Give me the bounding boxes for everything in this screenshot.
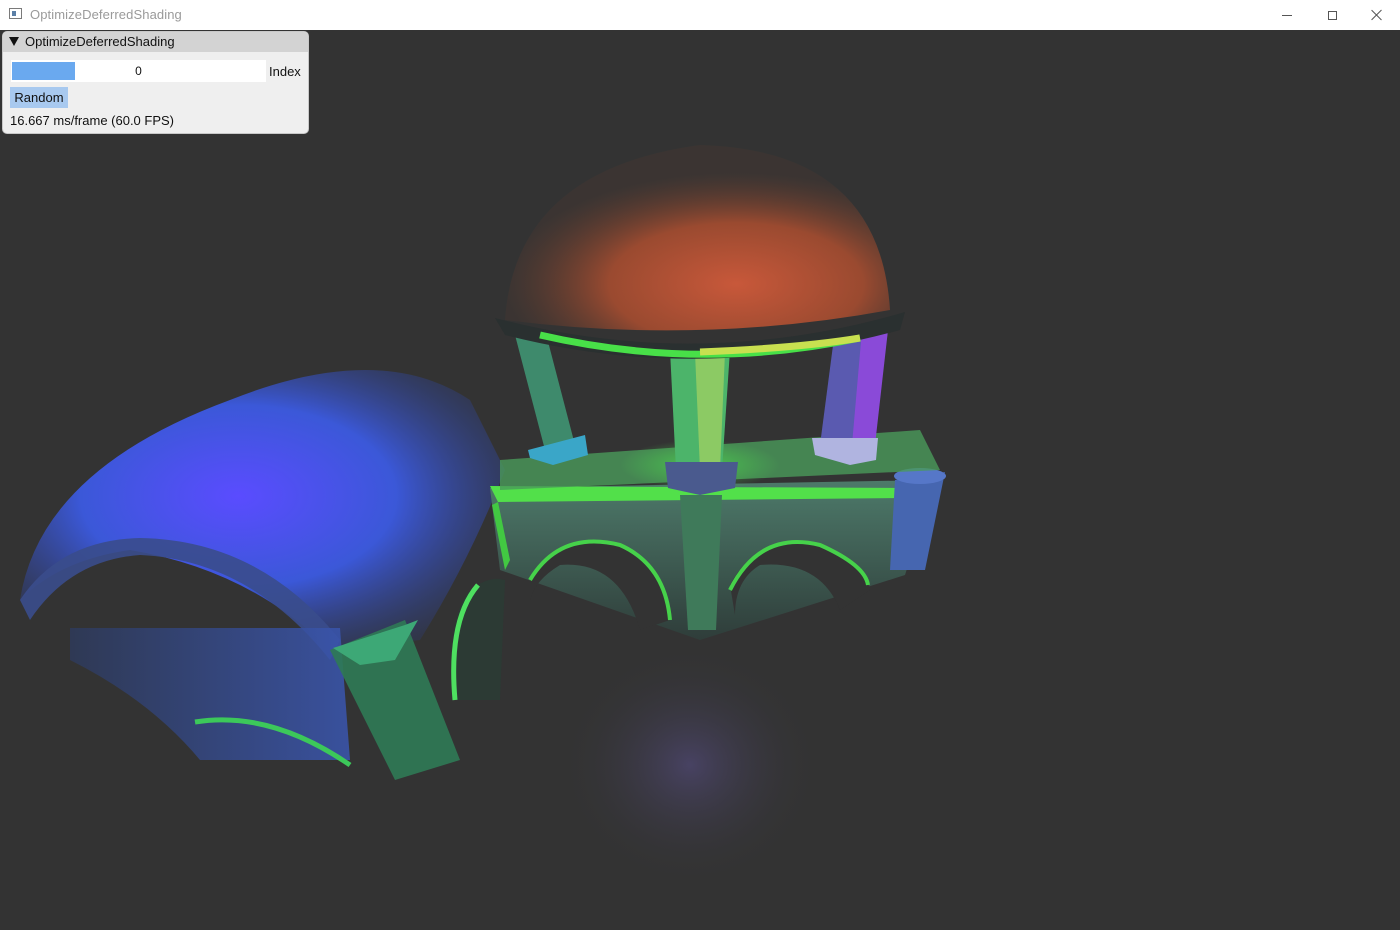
maximize-icon xyxy=(1327,10,1337,20)
slider-label: Index xyxy=(269,64,301,79)
close-button[interactable] xyxy=(1354,0,1400,30)
control-panel: OptimizeDeferredShading 0 Index Random 1… xyxy=(2,31,309,134)
slider-value: 0 xyxy=(135,64,142,78)
index-slider[interactable]: 0 xyxy=(11,60,266,82)
panel-header[interactable]: OptimizeDeferredShading xyxy=(3,32,308,52)
maximize-button[interactable] xyxy=(1309,0,1355,30)
render-viewport[interactable] xyxy=(0,30,1400,930)
scene-render xyxy=(20,145,946,885)
window-titlebar[interactable]: OptimizeDeferredShading xyxy=(0,0,1400,30)
panel-title: OptimizeDeferredShading xyxy=(25,34,175,49)
window-title: OptimizeDeferredShading xyxy=(30,7,182,22)
fps-readout: 16.667 ms/frame (60.0 FPS) xyxy=(10,113,175,128)
app-window-icon xyxy=(9,8,22,19)
random-button[interactable]: Random xyxy=(10,87,68,108)
minimize-icon xyxy=(1282,14,1292,16)
close-icon xyxy=(1371,9,1383,21)
minimize-button[interactable] xyxy=(1264,0,1310,30)
triangle-down-icon[interactable] xyxy=(9,37,19,46)
